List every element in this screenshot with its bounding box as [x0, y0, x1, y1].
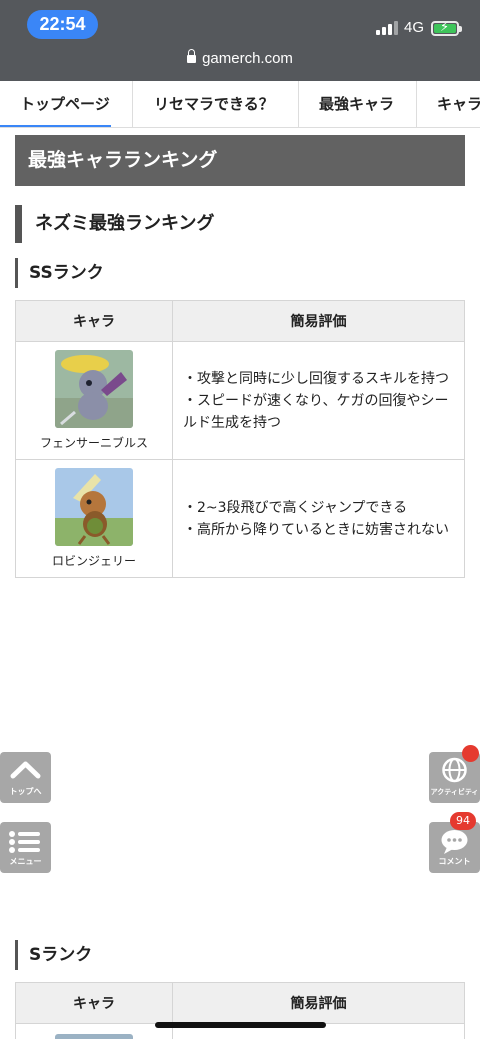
- scroll-top-label: トップへ: [9, 787, 42, 796]
- chara-name: フェンサーニブルス: [39, 436, 148, 450]
- chara-image-fencer-nibbles[interactable]: [55, 350, 133, 428]
- chara-cell[interactable]: [15, 1023, 173, 1039]
- battery-icon: ⚡: [431, 20, 462, 36]
- chara-name: ロビンジェリー: [51, 554, 136, 568]
- status-time: 22:54: [27, 10, 98, 39]
- menu-label: メニュー: [9, 857, 42, 866]
- tab-chara[interactable]: キャラ: [417, 81, 480, 127]
- url-bar[interactable]: gamerch.com: [0, 49, 480, 67]
- section-title: ネズミ最強ランキング: [15, 205, 214, 243]
- url-text: gamerch.com: [202, 50, 293, 67]
- scroll-top-button[interactable]: トップへ: [0, 752, 51, 803]
- status-bar: 22:54 4G ⚡ gamerch.com: [0, 0, 480, 81]
- chara-cell[interactable]: ロビンジェリー: [15, 459, 173, 578]
- chara-description: ・2~3段飛びで高くジャンプできる ・高所から降りているときに妨害されない: [172, 459, 465, 578]
- table-header-chara: キャラ: [15, 300, 173, 342]
- tab-top-page[interactable]: トップページ: [0, 81, 133, 127]
- activity-label: アクティビティ: [430, 788, 479, 796]
- activity-badge: [462, 745, 479, 762]
- chevron-up-icon: [10, 761, 41, 779]
- chara-description: ・攻撃と同時に少し回復するスキルを持つ ・スピードが速くなり、ケガの回復やシール…: [172, 341, 465, 460]
- table-row: フェンサーニブルス ・攻撃と同時に少し回復するスキルを持つ ・スピードが速くなり…: [15, 341, 465, 460]
- menu-list-icon: [9, 831, 40, 853]
- page-title: 最強キャラランキング: [15, 135, 465, 186]
- chara-image-partial[interactable]: [55, 1034, 133, 1039]
- tab-label: 最強キャラ: [319, 95, 395, 113]
- table-header-eval: 簡易評価: [172, 300, 465, 342]
- comment-label: コメント: [438, 857, 471, 866]
- lock-icon: [187, 49, 197, 63]
- ss-rank-table: キャラ 簡易評価 フェンサーニブルス ・攻撃と同時に少し回復するスキルを持つ ・…: [15, 300, 465, 578]
- chara-image-robin-jerry[interactable]: [55, 468, 133, 546]
- tab-label: トップページ: [20, 95, 110, 113]
- table-header-chara: キャラ: [15, 982, 173, 1024]
- s-rank-table: キャラ 簡易評価: [15, 982, 465, 1039]
- table-row: ロビンジェリー ・2~3段飛びで高くジャンプできる ・高所から降りているときに妨…: [15, 459, 465, 578]
- table-header-eval: 簡易評価: [172, 982, 465, 1024]
- network-type: 4G: [404, 19, 425, 36]
- menu-button[interactable]: メニュー: [0, 822, 51, 873]
- home-indicator: [155, 1022, 326, 1028]
- comment-button[interactable]: コメント: [429, 822, 480, 873]
- ss-rank-title: SSランク: [15, 258, 104, 288]
- tab-label: キャラ: [437, 95, 480, 113]
- tab-bar: トップページ リセマラできる？ 最強キャラ キャラ: [0, 81, 480, 128]
- comment-count-badge: 94: [450, 812, 476, 830]
- signal-icon: [376, 21, 398, 35]
- chara-cell[interactable]: フェンサーニブルス: [15, 341, 173, 460]
- tab-strongest-chara[interactable]: 最強キャラ: [299, 81, 417, 127]
- tab-reroll[interactable]: リセマラできる？: [134, 81, 299, 127]
- tab-label: リセマラできる？: [154, 95, 274, 113]
- s-rank-title: Sランク: [15, 940, 92, 970]
